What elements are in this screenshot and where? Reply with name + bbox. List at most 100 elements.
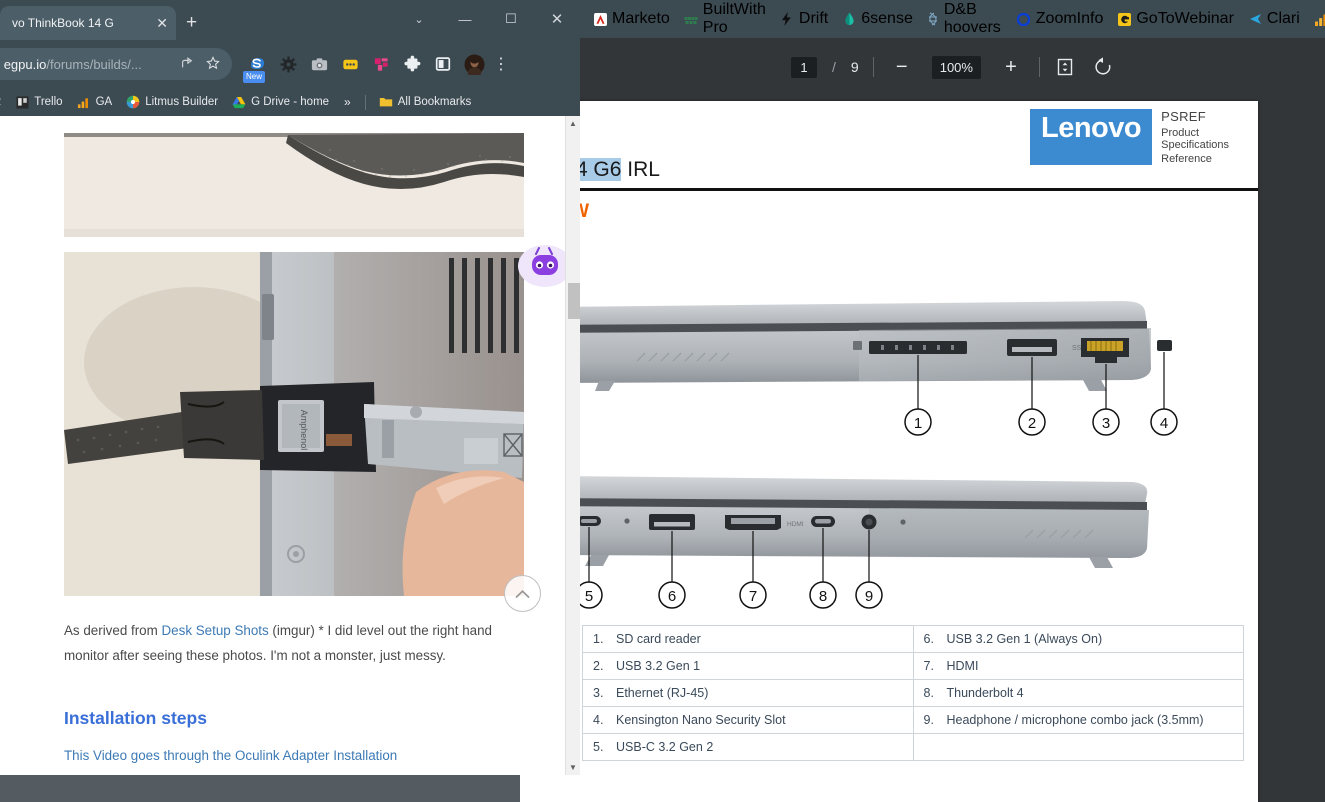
- bookmark-ga[interactable]: GA: [70, 92, 120, 112]
- port-label: USB-C 3.2 Gen 2: [616, 740, 714, 754]
- pdf-toolbar: 1 / 9 − 100% +: [580, 38, 1325, 96]
- callout-5: 5: [585, 588, 593, 605]
- port-label: Ethernet (RJ-45): [616, 686, 709, 700]
- taskbar-strip: [0, 775, 520, 802]
- laptop-right-side-svg: SS 1 2 3 4: [535, 301, 1178, 436]
- psref-title: PSREF: [1161, 109, 1206, 124]
- scrollbar-down-arrow[interactable]: ▼: [566, 760, 580, 775]
- bookmark-trello[interactable]: Trello: [8, 92, 69, 112]
- pdf-zoom-controls: − 100% +: [888, 53, 1025, 81]
- bookmark-gdpr[interactable]: GDPR: [0, 92, 8, 112]
- callout-1: 1: [914, 415, 922, 432]
- bookmark-clari[interactable]: Clari: [1241, 7, 1307, 31]
- toolbar-divider-2: [1038, 57, 1040, 77]
- pdf-page-number-input[interactable]: 1: [791, 56, 818, 78]
- address-bar[interactable]: 🔒 egpu.io/forums/builds/...: [0, 48, 232, 80]
- forum-image-cable[interactable]: [64, 133, 524, 237]
- bookmarks-overflow-button[interactable]: »: [336, 95, 359, 109]
- port-cell-right-empty: [912, 733, 1244, 761]
- zoom-out-button[interactable]: −: [888, 53, 916, 81]
- bookmark-marketo[interactable]: Marketo: [586, 7, 677, 31]
- analytics-icon: [77, 95, 91, 109]
- port-number: 5.: [593, 740, 604, 754]
- svg-text:SS: SS: [1072, 345, 1082, 352]
- close-icon[interactable]: ✕: [156, 16, 168, 30]
- callout-4: 4: [1160, 415, 1168, 432]
- port-number: 3.: [593, 686, 604, 700]
- bookmark-label: 6sense: [861, 10, 913, 27]
- bookmark-dnb-hoovers[interactable]: D&B hoovers: [920, 0, 1010, 38]
- port-cell-left: 4. Kensington Nano Security Slot: [582, 706, 914, 734]
- window-controls: ⌄ — ☐ ✕: [396, 0, 580, 38]
- callout-9: 9: [865, 588, 873, 605]
- scrollbar-thumb[interactable]: [568, 283, 580, 319]
- vertical-scrollbar[interactable]: ▲ ▼: [565, 116, 580, 775]
- tab-thinkbook[interactable]: vo ThinkBook 14 G ✕: [0, 6, 176, 40]
- sixsense-icon: [842, 12, 856, 26]
- pdf-total-pages: 9: [850, 59, 859, 75]
- secondary-bookmarks-bar: Marketo BuiltWith Pro Drift 6sense D&B h…: [580, 0, 1325, 38]
- scrollbar-up-arrow[interactable]: ▲: [566, 116, 580, 131]
- bookmark-label: Litmus Builder: [145, 96, 219, 108]
- port-label: USB 3.2 Gen 1: [616, 659, 701, 673]
- port-label: Headphone / microphone combo jack (3.5mm…: [946, 713, 1204, 727]
- scroll-to-top-button[interactable]: [504, 575, 541, 612]
- bookmark-6sense[interactable]: 6sense: [835, 7, 920, 31]
- pdf-page-separator: /: [832, 59, 836, 75]
- bookmark-builtwith[interactable]: BuiltWith Pro: [677, 0, 773, 38]
- bookmark-label: Drift: [798, 10, 829, 27]
- star-icon[interactable]: [204, 55, 222, 73]
- new-tab-button[interactable]: +: [186, 12, 197, 40]
- bookmark-zoominfo[interactable]: ZoomInfo: [1010, 7, 1111, 31]
- screenshot-camera-icon[interactable]: [308, 53, 330, 75]
- sidepanel-icon[interactable]: [432, 53, 454, 75]
- bookmark-litmus[interactable]: Litmus Builder: [119, 92, 225, 112]
- pdf-page: Lenovo PSREF Product Specifications Refe…: [500, 101, 1258, 802]
- chevron-down-icon[interactable]: ⌄: [396, 0, 442, 38]
- analytics-icon: [1314, 12, 1325, 26]
- bookmark-label: G Drive - home: [251, 96, 330, 108]
- zoom-level-input[interactable]: 100%: [931, 55, 981, 79]
- bookmark-drift[interactable]: Drift: [773, 7, 835, 31]
- bookmarks-divider: [364, 94, 366, 110]
- oculink-video-link[interactable]: This Video goes through the Oculink Adap…: [64, 748, 397, 763]
- bookmark-label: Marketo: [612, 10, 670, 27]
- psref-text-block: PSREF Product Specifications Reference: [1161, 109, 1258, 165]
- port-label: Thunderbolt 4: [946, 686, 1024, 700]
- marketo-icon: [593, 12, 607, 26]
- yellow-dots-icon[interactable]: [339, 53, 361, 75]
- drift-icon: [780, 12, 794, 26]
- screen-root: 1 / 9 − 100% + Lenovo PSREF Product Spec…: [0, 0, 1325, 802]
- gear-icon[interactable]: [277, 53, 299, 75]
- maximize-button[interactable]: ☐: [488, 0, 534, 38]
- rotate-icon[interactable]: [1092, 56, 1114, 78]
- forum-paragraph: As derived from Desk Setup Shots (imgur)…: [64, 618, 534, 668]
- bookmark-gdrive[interactable]: G Drive - home: [225, 92, 336, 112]
- url-text: egpu.io/forums/builds/...: [4, 57, 170, 72]
- skype-extension-icon[interactable]: New: [243, 53, 268, 83]
- lenovo-logo: Lenovo: [1030, 109, 1153, 165]
- minimize-button[interactable]: —: [442, 0, 488, 38]
- bookmark-gotowebinar[interactable]: GoToWebinar: [1110, 7, 1241, 31]
- all-bookmarks-button[interactable]: All Bookmarks: [372, 92, 479, 112]
- port-cell-right: 8. Thunderbolt 4: [912, 679, 1244, 707]
- folder-icon: [379, 95, 393, 109]
- url-path: /forums/builds/...: [46, 56, 142, 72]
- window-close-button[interactable]: ✕: [534, 0, 580, 38]
- table-row: 2. USB 3.2 Gen 1 7. HDMI: [582, 652, 1244, 680]
- laptop-right-side-illustration: SS 1 2 3 4: [500, 281, 1258, 471]
- profile-avatar[interactable]: [463, 53, 485, 75]
- zoom-in-button[interactable]: +: [997, 53, 1025, 81]
- fit-page-icon[interactable]: [1054, 56, 1076, 78]
- desk-setup-shots-link[interactable]: Desk Setup Shots: [162, 623, 269, 638]
- puzzle-extensions-icon[interactable]: [401, 53, 423, 75]
- bookmark-label: BuiltWith Pro: [702, 1, 766, 36]
- chrome-menu-icon[interactable]: ⋮: [493, 54, 509, 74]
- psref-subtitle-1: Product Specifications: [1161, 127, 1229, 151]
- magenta-blocks-icon[interactable]: [370, 53, 392, 75]
- bookmark-analytics-trailing[interactable]: [1307, 9, 1325, 29]
- port-number: 8.: [923, 686, 934, 700]
- share-icon[interactable]: [178, 56, 196, 73]
- forum-image-oculink[interactable]: Amphenol: [64, 252, 524, 596]
- port-cell-right: 7. HDMI: [912, 652, 1244, 680]
